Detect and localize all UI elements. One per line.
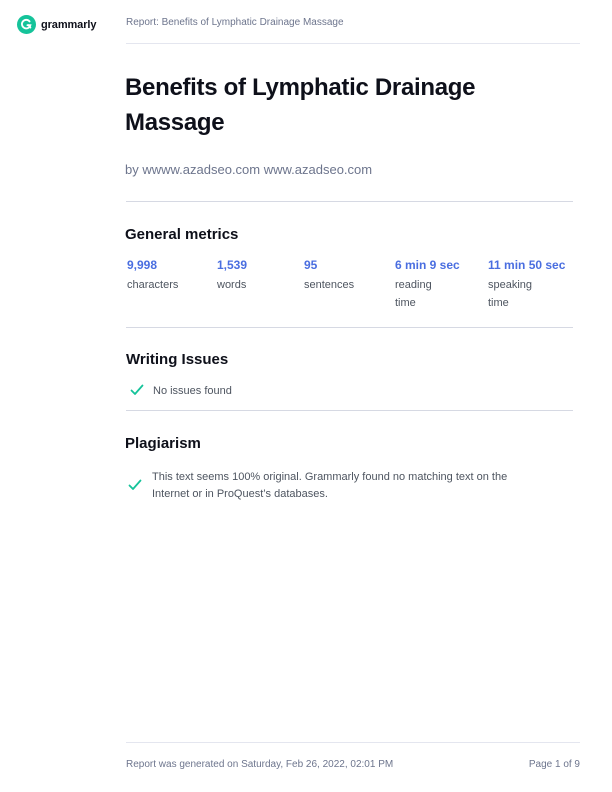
grammarly-g-icon xyxy=(17,15,36,34)
plagiarism-heading: Plagiarism xyxy=(125,435,201,452)
document-author: by wwww.azadseo.com www.azadseo.com xyxy=(125,162,373,177)
divider xyxy=(126,201,573,202)
metric-speaking-time: 11 min 50 sec speaking time xyxy=(488,257,566,312)
plagiarism-status: This text seems 100% original. Grammarly… xyxy=(152,471,508,500)
metric-label: characters xyxy=(127,279,179,291)
metric-label: sentences xyxy=(304,279,355,291)
report-header-title: Report: Benefits of Lymphatic Drainage M… xyxy=(126,17,344,28)
general-metrics-heading: General metrics xyxy=(125,226,239,243)
footer-divider xyxy=(126,742,580,743)
grammarly-logo: grammarly xyxy=(17,15,96,34)
metric-label: words xyxy=(217,279,247,291)
metric-value: 95 xyxy=(304,258,318,272)
document-title: Benefits of Lymphatic Drainage Massage xyxy=(125,74,476,136)
divider xyxy=(126,410,573,411)
metric-reading-time: 6 min 9 sec reading time xyxy=(395,257,460,312)
check-icon xyxy=(130,384,144,395)
metric-characters: 9,998 characters xyxy=(127,257,178,294)
writing-issues-heading: Writing Issues xyxy=(126,351,229,368)
header-divider xyxy=(126,43,580,44)
writing-issues-status: No issues found xyxy=(153,385,232,397)
metric-value: 6 min 9 sec xyxy=(395,258,460,272)
metric-label: reading time xyxy=(395,279,432,309)
report-generated-date: Report was generated on Saturday, Feb 26… xyxy=(126,759,394,770)
divider xyxy=(126,327,573,328)
metric-value: 11 min 50 sec xyxy=(488,258,566,272)
check-icon xyxy=(128,479,142,490)
metric-label: speaking time xyxy=(488,279,533,309)
metric-value: 9,998 xyxy=(127,258,158,272)
metric-sentences: 95 sentences xyxy=(304,257,354,294)
page-number: Page 1 of 9 xyxy=(528,759,580,770)
brand-name: grammarly xyxy=(41,18,97,31)
metric-words: 1,539 words xyxy=(217,257,247,294)
metric-value: 1,539 xyxy=(217,258,248,272)
